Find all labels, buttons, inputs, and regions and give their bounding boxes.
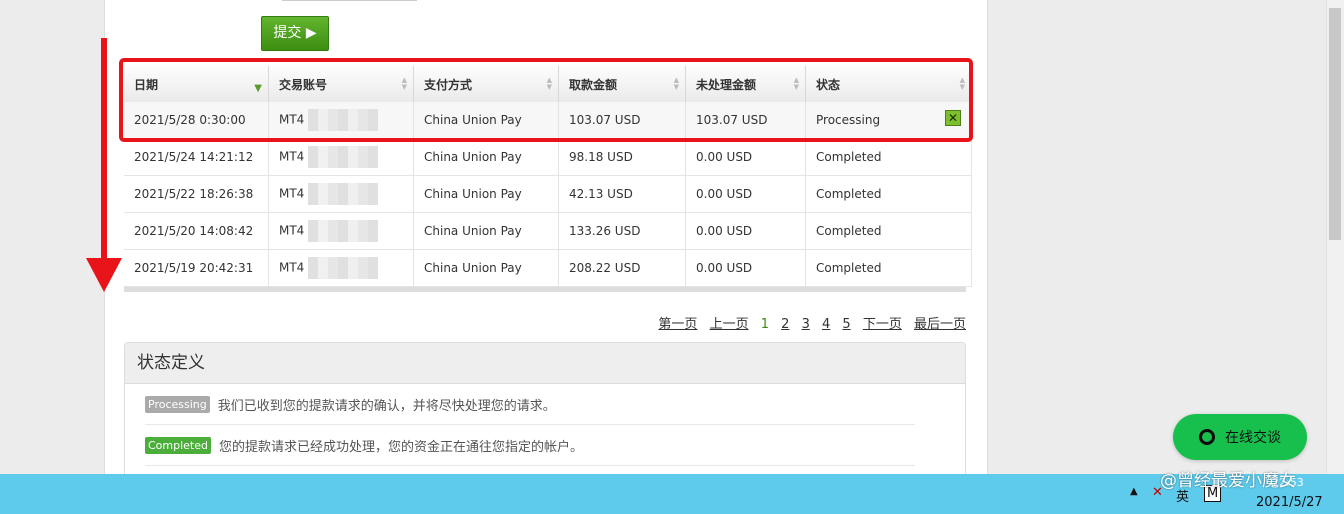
cell-account: MT4 <box>268 138 414 176</box>
cell-date: 2021/5/24 14:21:12 <box>124 138 269 176</box>
cell-status: Completed <box>805 175 972 213</box>
input-underline <box>282 0 417 1</box>
column-header-method[interactable]: 支付方式 ▲ ▼ <box>413 66 559 102</box>
page-link-2[interactable]: 2 <box>781 317 789 332</box>
prev-page-link[interactable]: 上一页 <box>710 317 749 332</box>
definition-row: Completed 您的提款请求已经成功处理，您的资金正在通往您指定的帐户。 <box>145 425 915 466</box>
current-page: 1 <box>760 317 769 332</box>
status-definitions-panel: 状态定义 Processing 我们已收到您的提款请求的确认，并将尽快处理您的请… <box>124 342 966 482</box>
table-horizontal-scrollbar[interactable] <box>124 287 966 292</box>
cell-method: China Union Pay <box>413 175 559 213</box>
cell-status: Completed <box>805 138 972 176</box>
table-header-row: 日期 ▼ 交易账号 ▲ ▼ 支付方式 ▲ ▼ 取款金额 ▲ ▼ 未处理金额 ▲ ▼ 状态 ▲ ▼ <box>124 66 972 102</box>
cell-amount: 98.18 USD <box>558 138 686 176</box>
cell-pending: 0.00 USD <box>685 212 806 250</box>
sort-icon: ▲ ▼ <box>401 76 407 91</box>
definition-text: 我们已收到您的提款请求的确认，并将尽快处理您的请求。 <box>217 398 556 414</box>
cell-account: MT4 <box>268 212 414 250</box>
cell-date: 2021/5/28 0:30:00 <box>124 102 269 139</box>
table-row: 2021/5/19 20:42:31 MT4 China Union Pay 2… <box>124 249 972 287</box>
column-header-pending[interactable]: 未处理金额 ▲ ▼ <box>685 66 806 102</box>
cell-pending: 0.00 USD <box>685 175 806 213</box>
close-icon[interactable]: ✕ <box>945 110 961 126</box>
page-link-5[interactable]: 5 <box>842 317 850 332</box>
cell-pending: 0.00 USD <box>685 138 806 176</box>
column-header-status[interactable]: 状态 ▲ ▼ <box>805 66 972 102</box>
cell-date: 2021/5/19 20:42:31 <box>124 249 269 287</box>
withdrawal-table: 日期 ▼ 交易账号 ▲ ▼ 支付方式 ▲ ▼ 取款金额 ▲ ▼ 未处理金额 ▲ ▼ 状态 ▲ ▼ 20… <box>124 66 972 287</box>
annotation-arrow-head <box>86 258 122 292</box>
cell-date: 2021/5/22 18:26:38 <box>124 175 269 213</box>
last-page-link[interactable]: 最后一页 <box>914 317 966 332</box>
live-chat-button[interactable]: 在线交谈 <box>1173 414 1307 460</box>
page-link-3[interactable]: 3 <box>802 317 810 332</box>
scrollbar-thumb[interactable] <box>1329 8 1341 240</box>
taskbar: ▲ ✕ 英 M 22:53 2021/5/27 <box>0 474 1344 514</box>
status-badge: Processing <box>145 395 210 413</box>
cell-status: Completed <box>805 212 972 250</box>
sort-icon: ▲ ▼ <box>959 76 965 91</box>
cell-pending: 0.00 USD <box>685 249 806 287</box>
cell-pending: 103.07 USD <box>685 102 806 139</box>
redacted-blur <box>308 183 379 205</box>
column-header-account[interactable]: 交易账号 ▲ ▼ <box>268 66 414 102</box>
sort-icon: ▲ ▼ <box>793 76 799 91</box>
cell-date: 2021/5/20 14:08:42 <box>124 212 269 250</box>
table-row: 2021/5/20 14:08:42 MT4 China Union Pay 1… <box>124 212 972 250</box>
pagination: 第一页 上一页 1 2 3 4 5 下一页 最后一页 <box>650 313 966 332</box>
next-page-link[interactable]: 下一页 <box>863 317 902 332</box>
table-row: 2021/5/28 0:30:00 MT4 China Union Pay 10… <box>124 102 972 139</box>
table-row: 2021/5/22 18:26:38 MT4 China Union Pay 4… <box>124 175 972 213</box>
redacted-blur <box>308 146 379 168</box>
cell-status: Processing ✕ <box>805 102 972 139</box>
cell-method: China Union Pay <box>413 249 559 287</box>
cell-method: China Union Pay <box>413 212 559 250</box>
watermark-text: @曾经最爱小魔女 <box>1160 471 1296 491</box>
redacted-blur <box>308 220 379 242</box>
redacted-blur <box>308 109 379 131</box>
column-header-amount[interactable]: 取款金额 ▲ ▼ <box>558 66 686 102</box>
sort-desc-icon: ▼ <box>254 83 262 94</box>
first-page-link[interactable]: 第一页 <box>658 317 697 332</box>
cell-amount: 103.07 USD <box>558 102 686 139</box>
clock-date: 2021/5/27 <box>1256 495 1323 510</box>
cell-amount: 42.13 USD <box>558 175 686 213</box>
definition-row: Processing 我们已收到您的提款请求的确认，并将尽快处理您的请求。 <box>145 384 915 425</box>
cell-amount: 133.26 USD <box>558 212 686 250</box>
table-row: 2021/5/24 14:21:12 MT4 China Union Pay 9… <box>124 138 972 176</box>
annotation-arrow <box>101 38 107 266</box>
cell-status: Completed <box>805 249 972 287</box>
cell-account: MT4 <box>268 102 414 139</box>
cell-method: China Union Pay <box>413 102 559 139</box>
submit-button[interactable]: 提交 ▶ <box>261 16 329 51</box>
cell-account: MT4 <box>268 175 414 213</box>
cell-method: China Union Pay <box>413 138 559 176</box>
tray-expand-icon[interactable]: ▲ <box>1130 486 1138 497</box>
sort-icon: ▲ ▼ <box>673 76 679 91</box>
page-link-4[interactable]: 4 <box>822 317 830 332</box>
cell-amount: 208.22 USD <box>558 249 686 287</box>
cell-account: MT4 <box>268 249 414 287</box>
redacted-blur <box>308 257 379 279</box>
panel-title: 状态定义 <box>125 343 965 384</box>
sort-icon: ▲ ▼ <box>546 76 552 91</box>
definition-text: 您的提款请求已经成功处理，您的资金正在通往您指定的帐户。 <box>219 439 584 455</box>
chat-bubble-icon <box>1199 429 1215 445</box>
page-scrollbar[interactable] <box>1326 0 1344 474</box>
column-header-date[interactable]: 日期 ▼ <box>124 66 269 102</box>
status-badge: Completed <box>145 436 211 454</box>
